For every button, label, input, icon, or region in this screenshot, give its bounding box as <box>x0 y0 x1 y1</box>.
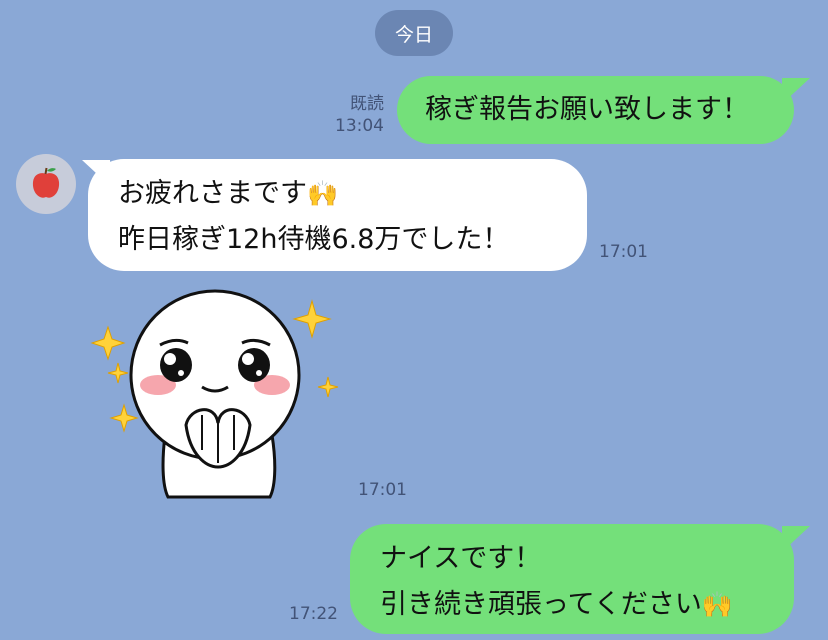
crying-moon-sticker[interactable] <box>90 285 350 505</box>
sparkle-icon <box>317 376 339 398</box>
apple-icon <box>32 167 60 198</box>
sparkle-icon <box>109 403 139 433</box>
message-line: 昨日稼ぎ12h待機6.8万でした！ <box>118 224 510 255</box>
message-line: お疲れさまです <box>118 178 307 209</box>
sparkle-icon <box>292 299 332 339</box>
message-line: 引き続き頑張ってください <box>380 589 702 620</box>
incoming-message-bubble[interactable]: お疲れさまです🙌 昨日稼ぎ12h待機6.8万でした！ <box>88 159 587 271</box>
raising-hands-emoji: 🙌 <box>307 179 339 208</box>
raising-hands-emoji: 🙌 <box>701 590 733 619</box>
outgoing-message-bubble[interactable]: 稼ぎ報告お願い致します！ <box>397 76 794 144</box>
sparkle-icon <box>90 325 126 361</box>
avatar[interactable] <box>16 154 76 214</box>
message-time: 17:22 <box>289 604 338 624</box>
message-time: 17:01 <box>599 242 648 262</box>
message-time: 13:04 <box>335 116 384 136</box>
outgoing-message-bubble[interactable]: ナイスです！ 引き続き頑張ってください🙌 <box>350 524 794 634</box>
message-text: 稼ぎ報告お願い致します！ <box>425 94 749 125</box>
message-line: ナイスです！ <box>380 543 542 574</box>
message-time: 17:01 <box>358 480 407 500</box>
read-label: 既読 <box>350 94 384 114</box>
sparkle-icon <box>107 362 129 384</box>
date-separator: 今日 <box>375 10 453 56</box>
read-receipt: 既読 13:04 <box>320 93 384 137</box>
